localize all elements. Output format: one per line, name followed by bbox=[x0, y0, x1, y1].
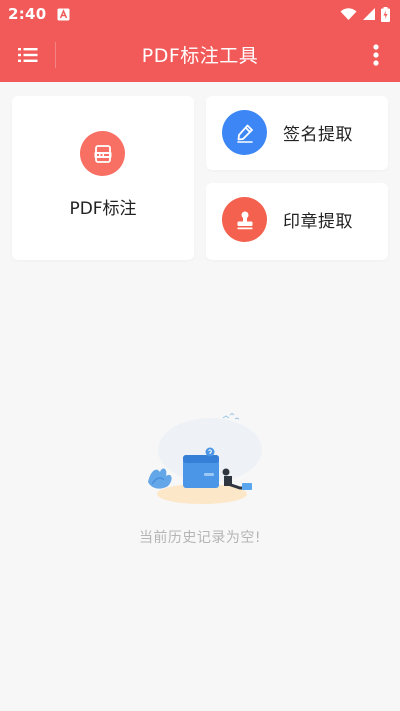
signature-extract-card[interactable]: 签名提取 bbox=[206, 96, 388, 170]
more-vertical-icon[interactable] bbox=[372, 43, 380, 67]
pen-icon bbox=[236, 124, 253, 143]
status-bar: 2:40 bbox=[0, 0, 400, 28]
wifi-icon bbox=[340, 8, 357, 20]
page-title: PDF标注工具 bbox=[141, 45, 259, 67]
pdf-annotate-card[interactable]: PDF标注 bbox=[12, 96, 194, 260]
stamp-icon bbox=[237, 211, 252, 229]
empty-history-message: 当前历史记录为空! bbox=[138, 530, 262, 546]
pdf-annotate-icon-circle bbox=[80, 131, 125, 176]
signature-icon-circle bbox=[222, 110, 267, 155]
app-bar: PDF标注工具 bbox=[0, 28, 400, 82]
signal-icon bbox=[363, 8, 375, 20]
signature-extract-label: 签名提取 bbox=[283, 125, 353, 145]
status-time: 2:40 bbox=[8, 5, 47, 23]
pdf-annotate-icon bbox=[94, 144, 111, 163]
stamp-icon-circle bbox=[222, 197, 267, 242]
notification-a-icon bbox=[57, 8, 70, 20]
empty-history-illustration bbox=[148, 412, 262, 504]
pdf-annotate-label: PDF标注 bbox=[69, 199, 137, 219]
stamp-extract-card[interactable]: 印章提取 bbox=[206, 183, 388, 260]
battery-charging-icon bbox=[381, 6, 390, 22]
stamp-extract-label: 印章提取 bbox=[283, 212, 353, 232]
